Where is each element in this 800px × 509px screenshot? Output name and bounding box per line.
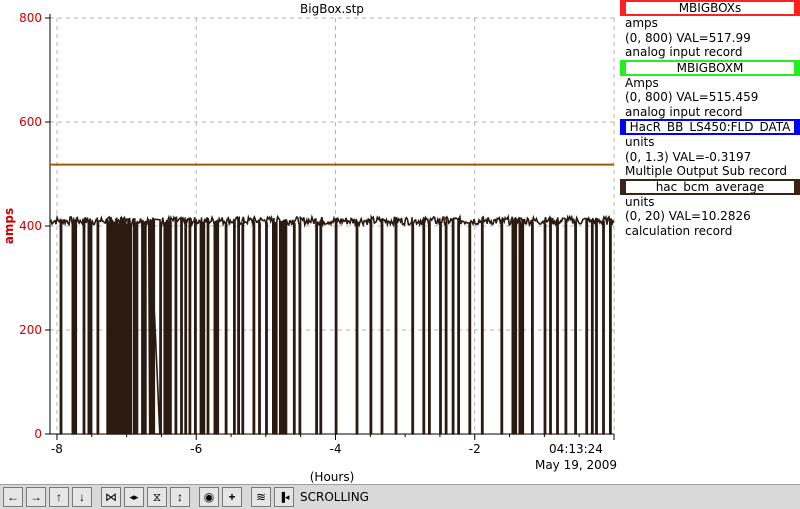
legend-name-box[interactable]: HacR_BB_LS450:FLD_DATA (620, 119, 800, 135)
scale-icon[interactable]: ≋ (251, 487, 271, 507)
expand-y-icon[interactable]: ↕ (170, 487, 190, 507)
legend-name-box[interactable]: hac_bcm_average (620, 178, 800, 195)
y-tick-label: 400 (19, 219, 42, 233)
x-tick-label: -6 (190, 442, 202, 456)
series-hac-bcm-average-line (49, 213, 615, 435)
series-layer (49, 163, 615, 435)
legend-range-value: (0, 1.3) VAL=-0.3197 (625, 149, 752, 164)
x-date-label: May 19, 2009 (535, 458, 617, 472)
zoom-auto-icon[interactable]: ◉ (199, 487, 219, 507)
status-text: SCROLLING (300, 490, 369, 504)
legend-range-value: (0, 800) VAL=515.459 (625, 90, 759, 104)
legend-record-type: Multiple Output Sub record (625, 164, 787, 178)
scroll-right-icon[interactable]: → (26, 487, 46, 507)
x-tick-label: -4 (329, 442, 341, 456)
x-time-label: 04:13:24 (549, 442, 603, 456)
legend-name-box[interactable]: MBIGBOXM (620, 59, 800, 76)
y-tick-label: 600 (19, 115, 42, 129)
legend-name-box[interactable]: MBIGBOXs (620, 0, 800, 16)
legend-record-type: analog input record (625, 45, 743, 59)
legend-entry[interactable]: HacR_BB_LS450:FLD_DATA units (0, 1.3) VA… (618, 119, 800, 179)
add-icon[interactable]: + (222, 487, 242, 507)
scroll-up-icon[interactable]: ↑ (49, 487, 69, 507)
legend-entry[interactable]: MBIGBOXM Amps (0, 800) VAL=515.459 analo… (618, 59, 800, 120)
labels: 0 200 400 600 800 -8 -6 -4 -2 04:13:24 May 19, 200… (2, 2, 617, 484)
scroll-left-icon[interactable]: ← (3, 487, 23, 507)
expand-x-icon[interactable]: ◂▸ (124, 487, 144, 507)
y-tick-label: 0 (34, 427, 42, 441)
legend-units: units (625, 194, 655, 209)
y-tick-label: 200 (19, 323, 42, 337)
x-axis-title: (Hours) (310, 470, 355, 484)
legend: MBIGBOXs amps (0, 800) VAL=517.99 analog… (618, 0, 800, 238)
legend-entry[interactable]: MBIGBOXs amps (0, 800) VAL=517.99 analog… (618, 0, 800, 60)
compress-y-icon[interactable]: ⧖ (147, 487, 167, 507)
scroll-down-icon[interactable]: ↓ (72, 487, 92, 507)
legend-units: Amps (625, 75, 659, 90)
y-axis-title: amps (2, 208, 16, 244)
legend-range-value: (0, 800) VAL=517.99 (625, 30, 751, 45)
y-tick-label: 800 (19, 11, 42, 25)
back-icon[interactable]: ▐◂ (274, 487, 294, 507)
legend-entry[interactable]: hac_bcm_average units (0, 20) VAL=10.282… (618, 178, 800, 239)
compress-x-icon[interactable]: ⋈ (101, 487, 121, 507)
legend-range-value: (0, 20) VAL=10.2826 (625, 209, 751, 223)
legend-units: units (625, 135, 655, 149)
x-tick-label: -2 (469, 442, 481, 456)
legend-record-type: analog input record (625, 104, 743, 119)
legend-record-type: calculation record (625, 223, 733, 238)
chart-title: BigBox.stp (300, 2, 364, 16)
toolbar: ← → ↑ ↓ ⋈ ◂▸ ⧖ ↕ ◉ + ≋ ▐◂ SCROLLING (0, 484, 800, 509)
legend-units: amps (625, 16, 658, 30)
x-tick-label: -8 (51, 442, 63, 456)
